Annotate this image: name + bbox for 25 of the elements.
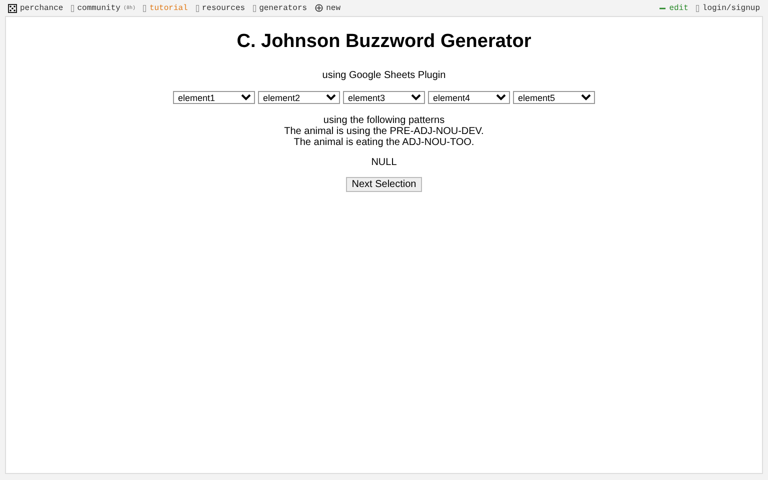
dice-icon <box>8 4 17 12</box>
element-dropdown[interactable]: element2 <box>258 91 340 104</box>
pattern-text: The animal is eating the ADJ-NOU-TOO. <box>294 137 474 148</box>
box-icon <box>196 4 199 12</box>
nav-link[interactable]: new <box>315 4 340 12</box>
nav-link[interactable]: resources <box>196 4 246 12</box>
box-icon <box>253 4 256 12</box>
element-dropdown[interactable]: element1 <box>173 91 255 104</box>
page-title: C. Johnson Buzzword Generator <box>236 31 532 53</box>
element-dropdown[interactable]: element4 <box>428 91 510 104</box>
subtitle: using Google Sheets Plugin <box>322 70 446 81</box>
element-dropdown[interactable]: element5 <box>513 91 595 104</box>
pattern-text: The animal is using the PRE-ADJ-NOU-DEV. <box>284 126 484 137</box>
nav-link[interactable]: perchance <box>8 4 64 12</box>
box-icon <box>696 4 700 12</box>
nav-link[interactable]: login/signup <box>696 4 760 12</box>
pattern-text: using the following patterns <box>323 115 445 126</box>
result-text: NULL <box>371 157 397 168</box>
element-dropdown[interactable]: element3 <box>343 91 425 104</box>
add-icon <box>315 4 324 12</box>
next-selection-button[interactable]: Next Selection <box>346 177 422 192</box>
nav-link[interactable]: generators <box>253 4 308 12</box>
box-icon <box>143 4 146 12</box>
box-icon <box>71 4 74 12</box>
nav-link[interactable]: edit <box>659 4 688 12</box>
